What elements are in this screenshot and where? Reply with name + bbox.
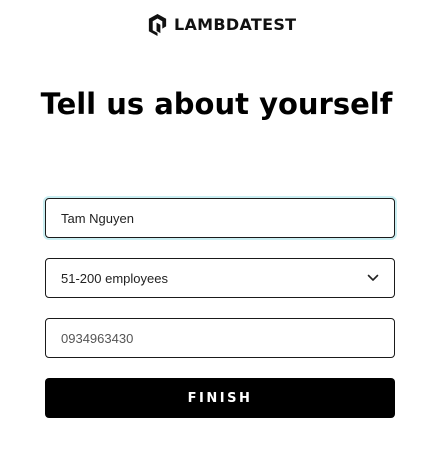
page-title: Tell us about yourself (40, 87, 393, 121)
company-size-selected-value: 51-200 employees (61, 270, 168, 286)
name-input[interactable] (45, 198, 395, 238)
lambdatest-logo-icon (148, 13, 167, 36)
company-size-select[interactable]: 51-200 employees (45, 258, 395, 298)
chevron-down-icon (367, 274, 379, 281)
finish-button[interactable]: FINISH (45, 378, 395, 418)
logo: LAMBDATEST (146, 11, 296, 37)
phone-input[interactable] (45, 318, 395, 358)
logo-text: LAMBDATEST (174, 14, 297, 34)
onboarding-page: LAMBDATEST Tell us about yourself 51-200… (0, 0, 433, 456)
